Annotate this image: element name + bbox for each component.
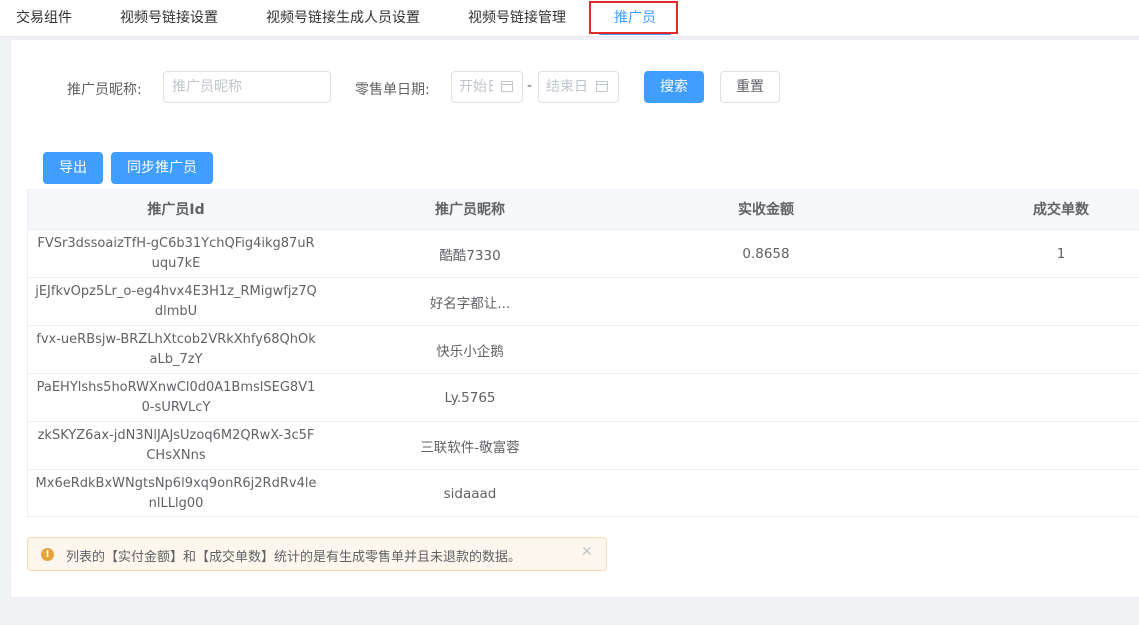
tab-bar: 交易组件 视频号链接设置 视频号链接生成人员设置 视频号链接管理 推广员 [0,0,1139,37]
nickname-input[interactable]: 推广员昵称 [163,71,331,103]
close-icon[interactable]: ✕ [581,544,593,560]
tab-highlight-box [589,1,678,34]
cell-amount [616,374,916,422]
tab-trade-component[interactable]: 交易组件 [16,0,72,36]
date-separator: - [527,78,533,94]
cell-id: fvx-ueRBsjw-BRZLhXtcob2VRkXhfy68QhOkaLb_… [36,332,316,367]
table-row: Mx6eRdkBxWNgtsNp6l9xq9onR6j2RdRv4lenlLLl… [28,470,1139,518]
calendar-icon [501,81,513,92]
end-date-input[interactable]: 结束日期 [538,71,619,103]
cell-nickname: sidaaad [443,486,497,502]
cell-orders [916,470,1139,518]
cell-id: FVSr3dssoaizTfH-gC6b31YchQFig4ikg87uRuqu… [37,236,315,271]
calendar-icon [596,81,608,92]
date-label: 零售单日期: [355,82,430,98]
promoter-table: 推广员Id 推广员昵称 实收金额 成交单数 FVSr3dssoaizTfH-gC… [27,189,1139,517]
cell-amount [616,326,916,374]
cell-nickname: 三联软件-敬富蓉 [420,440,520,456]
warning-icon: ! [41,548,54,561]
cell-amount: 0.8658 [742,246,790,262]
cell-orders: 1 [1056,246,1066,262]
cell-id: Mx6eRdkBxWNgtsNp6l9xq9onR6j2RdRv4lenlLLl… [35,476,317,511]
sync-promoters-button[interactable]: 同步推广员 [111,152,213,184]
cell-id: jEJfkvOpz5Lr_o-eg4hvx4E3H1z_RMigwfjz7Qdl… [35,284,317,319]
column-header-amount: 实收金额 [738,202,794,218]
table-row: PaEHYlshs5hoRWXnwCl0d0A1BmslSEG8V10-sURV… [28,374,1139,422]
cell-amount [616,278,916,326]
cell-nickname: 快乐小企鹅 [436,344,504,360]
cell-amount [616,422,916,470]
cell-nickname: Ly.5765 [444,390,496,406]
alert-text: 列表的【实付金额】和【成交单数】统计的是有生成零售单并且未退款的数据。 [66,550,522,565]
cell-nickname: 好名字都让... [429,296,511,312]
table-row: zkSKYZ6ax-jdN3NlJAJsUzoq6M2QRwX-3c5FCHsX… [28,422,1139,470]
end-date-placeholder: 结束日期 [546,79,588,95]
tab-video-link-settings[interactable]: 视频号链接设置 [120,0,218,36]
start-date-input[interactable]: 开始日期 [451,71,523,103]
table-row: jEJfkvOpz5Lr_o-eg4hvx4E3H1z_RMigwfjz7Qdl… [28,278,1139,326]
column-header-nickname: 推广员昵称 [435,202,505,218]
cell-orders [916,422,1139,470]
nickname-placeholder: 推广员昵称 [172,79,242,95]
table-row: fvx-ueRBsjw-BRZLhXtcob2VRkXhfy68QhOkaLb_… [28,326,1139,374]
tab-video-link-generator-settings[interactable]: 视频号链接生成人员设置 [266,0,420,36]
cell-orders [916,326,1139,374]
cell-amount [616,470,916,518]
cell-orders [916,374,1139,422]
nickname-label: 推广员昵称: [67,82,142,98]
column-header-id: 推广员Id [147,202,205,218]
cell-orders [916,278,1139,326]
reset-button[interactable]: 重置 [720,71,780,103]
tab-video-link-management[interactable]: 视频号链接管理 [468,0,566,36]
info-alert: ! 列表的【实付金额】和【成交单数】统计的是有生成零售单并且未退款的数据。 ✕ [27,537,607,571]
column-header-orders: 成交单数 [1033,202,1089,218]
cell-id: zkSKYZ6ax-jdN3NlJAJsUzoq6M2QRwX-3c5FCHsX… [37,428,315,463]
table-row: FVSr3dssoaizTfH-gC6b31YchQFig4ikg87uRuqu… [28,230,1139,278]
cell-nickname: 酷酷7330 [439,248,501,264]
start-date-placeholder: 开始日期 [459,79,493,95]
table-header: 推广员Id 推广员昵称 实收金额 成交单数 [28,190,1139,230]
export-button[interactable]: 导出 [43,152,103,184]
search-button[interactable]: 搜索 [644,71,704,103]
cell-id: PaEHYlshs5hoRWXnwCl0d0A1BmslSEG8V10-sURV… [36,380,316,415]
